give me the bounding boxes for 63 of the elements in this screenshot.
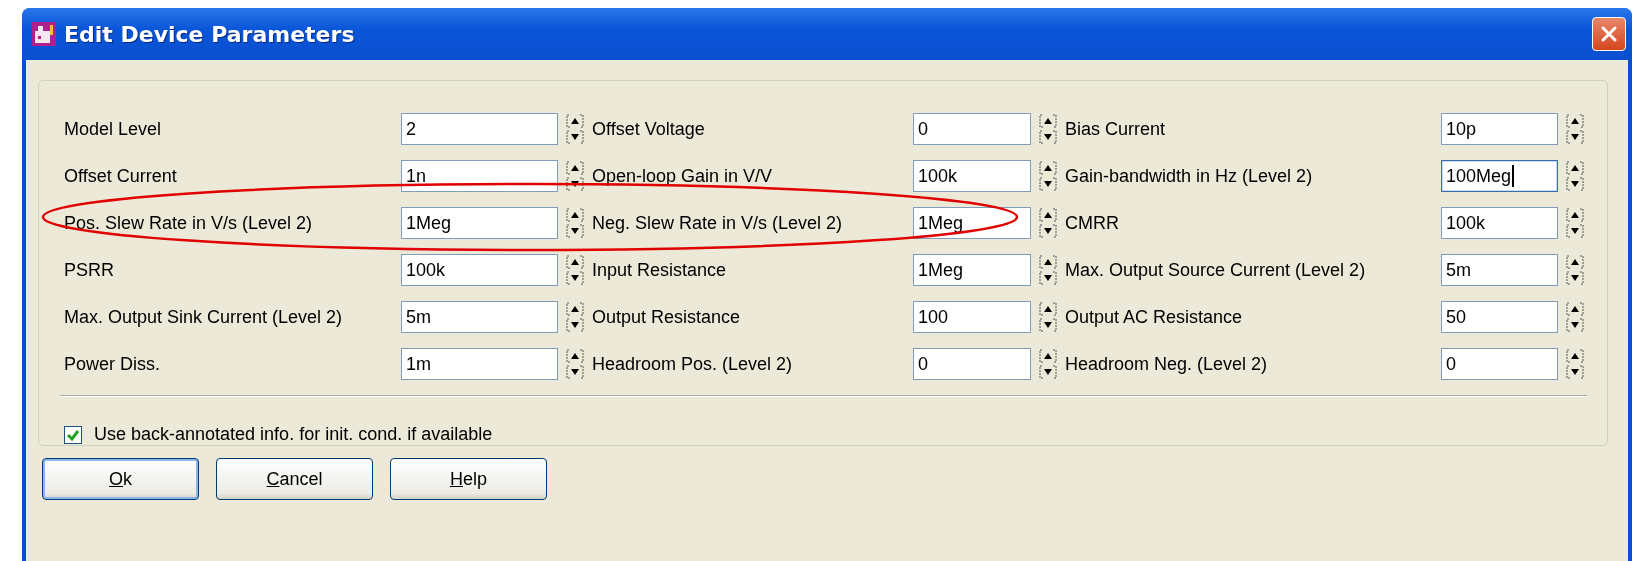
parameter-label: PSRR xyxy=(64,259,115,281)
spin-buttons[interactable] xyxy=(1038,254,1058,286)
value-field[interactable]: 1m xyxy=(401,348,558,380)
value-field[interactable]: 1n xyxy=(401,160,558,192)
parameter-label: Bias Current xyxy=(1065,118,1167,140)
spin-buttons[interactable] xyxy=(1565,254,1585,286)
parameter-label: Power Diss. xyxy=(64,353,162,375)
value-field[interactable]: 100k xyxy=(1441,207,1558,239)
checkbox-label: Use back-annotated info. for init. cond. if available xyxy=(94,424,493,445)
parameter-label: Headroom Pos. (Level 2) xyxy=(592,353,794,375)
parameter-label: Offset Voltage xyxy=(592,118,706,140)
parameter-label: Gain-bandwidth in Hz (Level 2) xyxy=(1065,165,1314,187)
parameter-label: Output Resistance xyxy=(592,306,742,328)
spin-buttons[interactable] xyxy=(565,113,585,145)
value-field[interactable]: 50 xyxy=(1441,301,1558,333)
spin-buttons[interactable] xyxy=(565,348,585,380)
parameter-label: Pos. Slew Rate in V/s (Level 2) xyxy=(64,212,314,234)
parameter-label: Max. Output Sink Current (Level 2) xyxy=(64,306,344,328)
spin-buttons[interactable] xyxy=(565,160,585,192)
parameter-label: CMRR xyxy=(1065,212,1120,234)
close-button[interactable] xyxy=(1592,17,1626,51)
parameter-label: Max. Output Source Current (Level 2) xyxy=(1065,259,1367,281)
spin-buttons[interactable] xyxy=(1565,160,1585,192)
value-field[interactable]: 5m xyxy=(401,301,558,333)
spin-buttons[interactable] xyxy=(565,207,585,239)
value-field[interactable]: 0 xyxy=(913,113,1031,145)
spin-buttons[interactable] xyxy=(1038,160,1058,192)
value-field[interactable]: 100 xyxy=(913,301,1031,333)
value-field[interactable]: 1Meg xyxy=(913,207,1031,239)
checkbox[interactable] xyxy=(64,425,82,444)
parameter-label: Neg. Slew Rate in V/s (Level 2) xyxy=(592,212,844,234)
value-field[interactable]: 1Meg xyxy=(401,207,558,239)
spin-buttons[interactable] xyxy=(1038,113,1058,145)
value-field[interactable]: 0 xyxy=(1441,348,1558,380)
dialog-button[interactable]: Cancel xyxy=(216,458,373,500)
parameter-label: Input Resistance xyxy=(592,259,728,281)
spin-buttons[interactable] xyxy=(1038,348,1058,380)
parameter-label: Model Level xyxy=(64,118,163,140)
value-field[interactable]: 10p xyxy=(1441,113,1558,145)
value-field[interactable]: 1Meg xyxy=(913,254,1031,286)
parameter-label: Open-loop Gain in V/V xyxy=(592,165,774,187)
value-field[interactable]: 0 xyxy=(913,348,1031,380)
spin-buttons[interactable] xyxy=(1565,207,1585,239)
value-field[interactable]: 2 xyxy=(401,113,558,145)
window-title: Edit Device Parameters xyxy=(64,21,356,47)
spin-buttons[interactable] xyxy=(1565,301,1585,333)
dialog-button[interactable]: Ok xyxy=(42,458,199,500)
spin-buttons[interactable] xyxy=(1038,207,1058,239)
spin-buttons[interactable] xyxy=(1565,113,1585,145)
spin-buttons[interactable] xyxy=(1565,348,1585,380)
spin-buttons[interactable] xyxy=(1038,301,1058,333)
dialog-button[interactable]: Help xyxy=(390,458,547,500)
spin-buttons[interactable] xyxy=(565,254,585,286)
value-field[interactable]: 100Meg xyxy=(1441,160,1558,192)
close-icon xyxy=(1599,24,1619,44)
spin-buttons[interactable] xyxy=(565,301,585,333)
app-icon xyxy=(32,22,56,46)
parameter-label: Headroom Neg. (Level 2) xyxy=(1065,353,1269,375)
parameter-label: Output AC Resistance xyxy=(1065,306,1244,328)
value-field[interactable]: 5m xyxy=(1441,254,1558,286)
parameter-label: Offset Current xyxy=(64,165,178,187)
value-field[interactable]: 100k xyxy=(401,254,558,286)
value-field[interactable]: 100k xyxy=(913,160,1031,192)
